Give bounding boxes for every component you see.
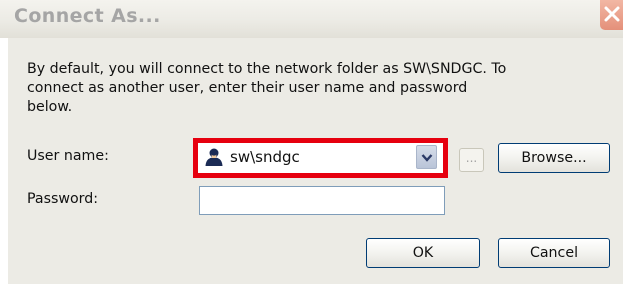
username-value: sw\sndgc xyxy=(230,148,300,166)
password-field[interactable] xyxy=(199,186,445,215)
title-bar: Connect As... xyxy=(0,0,623,38)
dialog-description: By default, you will connect to the netw… xyxy=(27,61,507,115)
ok-button[interactable]: OK xyxy=(366,238,480,268)
ellipsis-button[interactable]: ... xyxy=(459,148,484,172)
username-dropdown-button[interactable] xyxy=(416,145,437,169)
cancel-button[interactable]: Cancel xyxy=(498,238,610,268)
password-label: Password: xyxy=(27,191,99,207)
username-combobox[interactable]: sw\sndgc xyxy=(198,143,443,173)
username-label: User name: xyxy=(27,148,109,164)
browse-button[interactable]: Browse... xyxy=(498,143,610,173)
close-icon xyxy=(604,6,620,22)
chevron-down-icon xyxy=(421,154,433,162)
user-icon xyxy=(204,147,224,171)
close-button[interactable] xyxy=(600,0,623,30)
dialog-title: Connect As... xyxy=(14,5,161,27)
